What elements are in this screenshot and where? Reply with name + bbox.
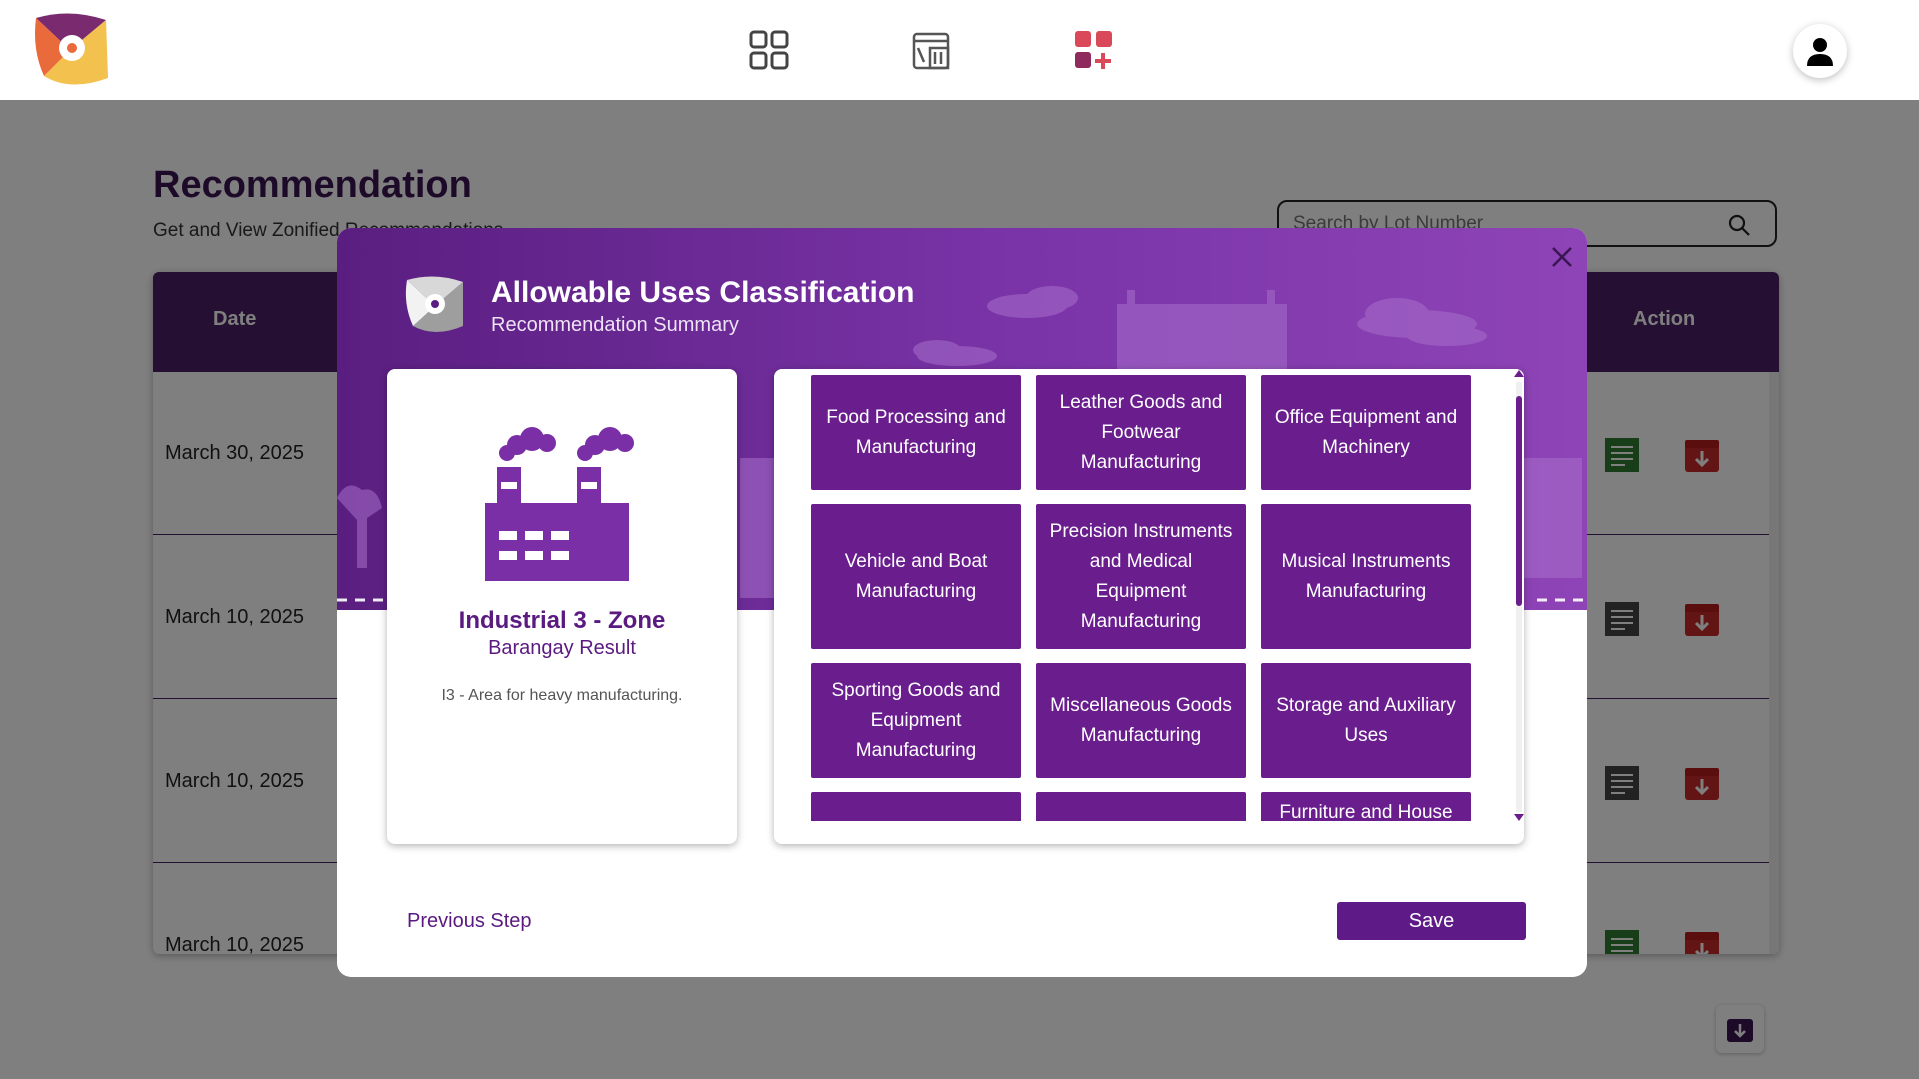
app-logo[interactable] — [30, 10, 114, 90]
allowable-uses-modal: Allowable Uses Classification Recommenda… — [337, 228, 1587, 977]
add-apps-icon[interactable] — [1072, 28, 1116, 72]
zone-result-label: Barangay Result — [488, 637, 636, 659]
zone-description: I3 - Area for heavy manufacturing. — [441, 687, 683, 704]
modal-subtitle: Recommendation Summary — [491, 314, 739, 336]
scroll-thumb[interactable] — [1516, 396, 1522, 606]
use-tile[interactable]: Musical Instruments Manufacturing — [1261, 504, 1471, 649]
use-tile[interactable]: Miscellaneous Goods Manufacturing — [1036, 663, 1246, 778]
previous-step-link[interactable]: Previous Step — [407, 910, 532, 933]
dashboard-grid-icon[interactable] — [747, 28, 791, 72]
allowable-uses-panel: Food Processing and Manufacturing Leathe… — [774, 369, 1524, 844]
modal-title: Allowable Uses Classification — [491, 276, 915, 309]
map-layers-icon[interactable] — [910, 28, 954, 72]
use-tile[interactable]: Storage and Auxiliary Uses — [1261, 663, 1471, 778]
use-tile[interactable] — [811, 792, 1021, 821]
zone-result-card: Industrial 3 - Zone Barangay Result I3 -… — [387, 369, 737, 844]
use-tile[interactable]: Food Processing and Manufacturing — [811, 375, 1021, 490]
use-tile[interactable]: Furniture and House — [1261, 792, 1471, 821]
use-tile[interactable]: Precision Instruments and Medical Equipm… — [1036, 504, 1246, 649]
scroll-down-arrow-icon[interactable] — [1514, 814, 1524, 821]
scroll-up-arrow-icon[interactable] — [1514, 370, 1524, 377]
save-button[interactable]: Save — [1337, 902, 1526, 940]
user-profile-icon[interactable] — [1793, 24, 1847, 78]
zone-name: Industrial 3 - Zone — [458, 607, 666, 634]
close-icon[interactable] — [1547, 242, 1577, 272]
use-tile[interactable]: Sporting Goods and Equipment Manufacturi… — [811, 663, 1021, 778]
uses-scrollbar[interactable] — [1514, 370, 1526, 823]
allowable-uses-grid[interactable]: Food Processing and Manufacturing Leathe… — [811, 375, 1473, 821]
factory-icon — [477, 427, 647, 592]
use-tile[interactable]: Leather Goods and Footwear Manufacturing — [1036, 375, 1246, 490]
use-tile[interactable]: Vehicle and Boat Manufacturing — [811, 504, 1021, 649]
use-tile[interactable]: Office Equipment and Machinery — [1261, 375, 1471, 490]
modal-logo — [403, 274, 467, 336]
use-tile[interactable] — [1036, 792, 1246, 821]
top-navbar — [0, 0, 1919, 100]
